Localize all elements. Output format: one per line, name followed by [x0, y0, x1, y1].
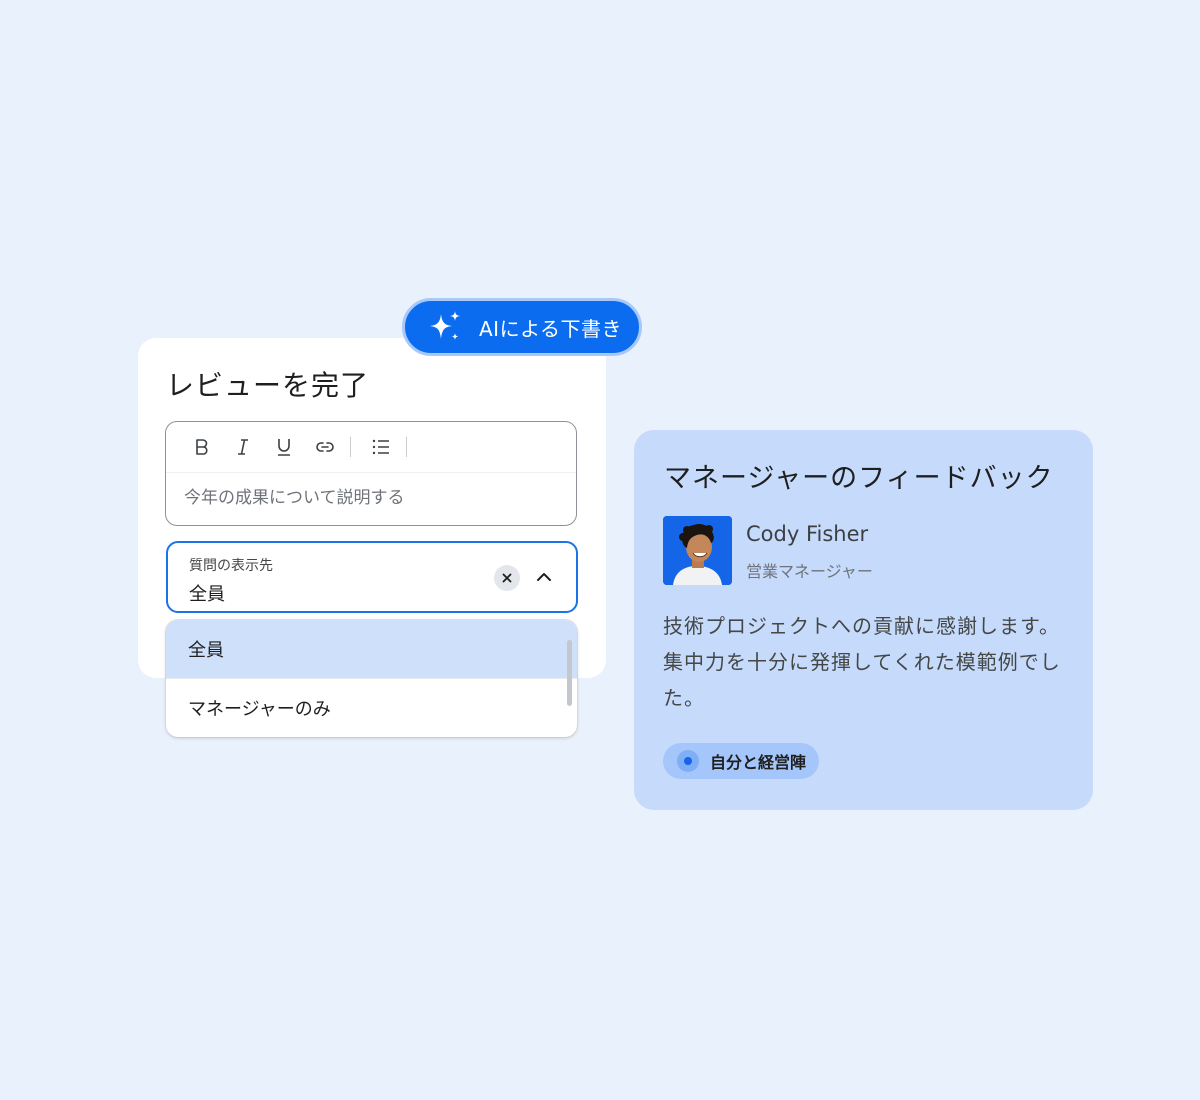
bulleted-list-icon	[372, 439, 389, 455]
visibility-dropdown: 全員 マネージャーのみ	[166, 620, 577, 737]
ai-draft-label: AIによる下書き	[479, 316, 622, 341]
underline-icon	[278, 439, 290, 456]
toolbar-divider	[350, 437, 351, 457]
visibility-select-value: 全員	[189, 584, 225, 605]
dropdown-scrollbar[interactable]	[567, 640, 572, 706]
clear-selection-button[interactable]	[494, 565, 520, 591]
visibility-chip-label: 自分と経営陣	[710, 753, 807, 772]
bulleted-list-button[interactable]	[367, 433, 395, 461]
feedback-title: マネージャーのフィードバック	[664, 463, 1054, 494]
chevron-up-icon[interactable]	[534, 567, 554, 587]
option-managers-only[interactable]: マネージャーのみ	[166, 678, 577, 736]
italic-button[interactable]	[229, 433, 257, 461]
review-title: レビューを完了	[166, 369, 370, 402]
option-everyone[interactable]: 全員	[166, 620, 577, 678]
close-icon	[502, 573, 512, 583]
link-button[interactable]	[311, 433, 339, 461]
visibility-select[interactable]: 質問の表示先 全員	[166, 541, 578, 613]
link-icon	[316, 442, 334, 452]
person-name: Cody Fisher	[746, 522, 869, 546]
person-photo	[663, 516, 732, 585]
avatar	[663, 516, 732, 585]
bold-icon	[196, 439, 208, 455]
underline-button[interactable]	[270, 433, 298, 461]
rich-text-editor	[165, 421, 577, 526]
person-role: 営業マネージャー	[746, 562, 873, 581]
ai-draft-button[interactable]: AIによる下書き	[402, 298, 642, 356]
radio-dot-icon	[677, 750, 699, 772]
editor-toolbar	[166, 422, 576, 473]
bold-button[interactable]	[188, 433, 216, 461]
visibility-select-label: 質問の表示先	[189, 558, 273, 574]
toolbar-divider	[406, 437, 407, 457]
sparkle-icon	[430, 311, 460, 340]
feedback-text: 技術プロジェクトへの貢献に感謝します。集中力を十分に発揮してくれた模範例でした。	[663, 614, 1061, 710]
visibility-chip: 自分と経営陣	[663, 743, 820, 779]
manager-feedback-card: マネージャーのフィードバック Cody Fisher 営業マネージャー 技術プロ…	[634, 430, 1093, 810]
achievement-description-input[interactable]	[182, 487, 556, 509]
italic-icon	[238, 439, 248, 455]
